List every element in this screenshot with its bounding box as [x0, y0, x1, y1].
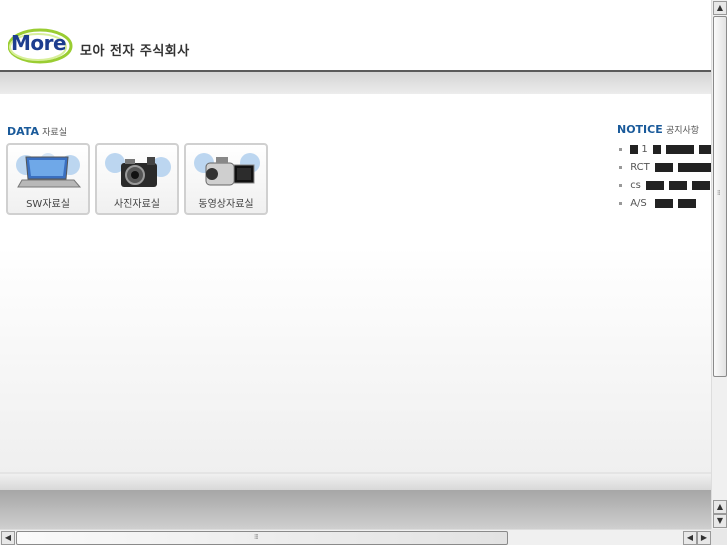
down-arrow-icon: ▼: [716, 516, 724, 525]
notice-prefix: A/S: [630, 198, 647, 209]
redacted-text: [692, 180, 711, 190]
redacted-text: [646, 180, 665, 190]
notice-prefix: cs: [630, 180, 641, 191]
camcorder-icon: [194, 153, 260, 186]
header-band: [0, 72, 711, 94]
footer-band: [0, 474, 711, 490]
scroll-left-button[interactable]: ◀: [1, 531, 15, 545]
horizontal-scrollbar[interactable]: ◀ ⁞⁞⁞ ◀ ▶: [0, 529, 711, 545]
more-logo[interactable]: More: [8, 25, 74, 69]
redacted-text: [669, 180, 688, 190]
data-title-en: DATA: [7, 125, 39, 138]
photo-data-room-label: 사진자료실: [114, 199, 160, 210]
footer: [0, 490, 711, 529]
scroll-down-button[interactable]: ▼: [713, 514, 727, 528]
sw-data-room-button[interactable]: SW자료실: [6, 143, 90, 215]
bullet-icon: [619, 183, 622, 187]
notice-prefix: 1: [641, 144, 648, 155]
scroll-right-button[interactable]: ▶: [697, 531, 711, 545]
notice-prefix: RCT: [630, 162, 650, 173]
page-viewport: More 모아 전자 주식회사 DATA 자료실 SW자료실 사진자료실 동영상…: [0, 0, 711, 529]
notice-item[interactable]: cs: [619, 180, 711, 198]
video-data-room-button[interactable]: 동영상자료실: [184, 143, 268, 215]
redacted-text: [699, 144, 711, 154]
video-data-room-label: 동영상자료실: [198, 199, 254, 210]
right-arrow-icon: ▶: [700, 533, 708, 542]
header: More 모아 전자 주식회사: [0, 0, 711, 72]
scroll-left-button-right[interactable]: ◀: [683, 531, 697, 545]
camera-icon: [105, 153, 171, 187]
left-arrow-icon: ◀: [686, 533, 694, 542]
notice-title-ko: 공지사항: [665, 126, 700, 136]
bullet-icon: [619, 147, 622, 151]
up-arrow-icon: ▲: [716, 502, 724, 511]
left-arrow-icon: ◀: [4, 533, 12, 542]
bullet-icon: [619, 201, 622, 205]
notice-item[interactable]: A/S: [619, 198, 711, 216]
laptop-icon: [16, 153, 82, 188]
vertical-scrollbar[interactable]: ▲ ⁞⁞ ▲ ▼: [711, 0, 727, 529]
notice-item[interactable]: RCT: [619, 162, 711, 180]
company-name: 모아 전자 주식회사: [80, 44, 190, 59]
bullet-icon: [619, 165, 622, 169]
redacted-text: [666, 144, 695, 154]
vertical-scroll-thumb[interactable]: ⁞⁞: [713, 16, 727, 377]
sw-data-room-label: SW자료실: [26, 199, 70, 210]
scroll-up-button-lower[interactable]: ▲: [713, 500, 727, 514]
redacted-text: [630, 144, 639, 154]
logo-text: More: [11, 31, 67, 55]
horizontal-scroll-thumb[interactable]: ⁞⁞⁞: [16, 531, 508, 545]
notice-item[interactable]: 1: [619, 144, 711, 162]
redacted-text: [654, 198, 673, 208]
redacted-text: [652, 144, 661, 154]
grip-icon: ⁞⁞⁞: [254, 533, 259, 541]
scrollbar-corner: [711, 529, 727, 545]
data-section-title: DATA 자료실: [7, 125, 67, 138]
up-arrow-icon: ▲: [716, 3, 724, 12]
notice-section-title: NOTICE 공지사항: [617, 123, 699, 136]
notice-title-en: NOTICE: [617, 123, 663, 136]
redacted-text: [678, 162, 711, 172]
grip-icon: ⁞⁞: [717, 189, 721, 197]
notice-list: 1 RCT cs A/S: [619, 144, 711, 216]
scroll-up-button[interactable]: ▲: [713, 1, 727, 15]
redacted-text: [678, 198, 697, 208]
data-title-ko: 자료실: [42, 128, 67, 138]
photo-data-room-button[interactable]: 사진자료실: [95, 143, 179, 215]
redacted-text: [654, 162, 673, 172]
